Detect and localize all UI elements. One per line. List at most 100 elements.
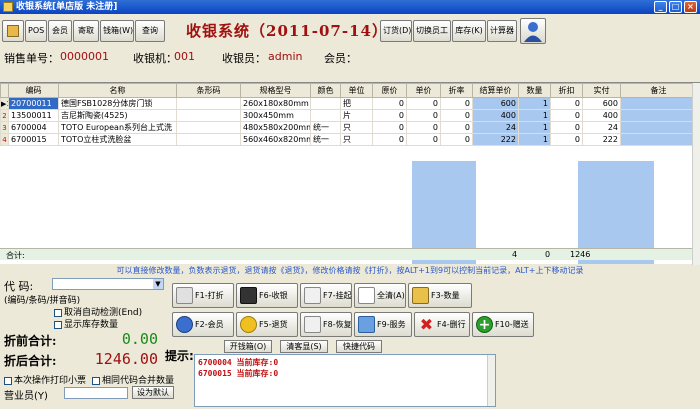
cell-name[interactable]: TOTO European系列台上式洗: [58, 121, 177, 134]
f10-gift-button[interactable]: + F10-赠送: [472, 312, 534, 337]
cell-paid[interactable]: 222: [582, 133, 621, 146]
user-icon[interactable]: [520, 18, 546, 44]
cell-qty[interactable]: 1: [518, 133, 551, 146]
checkbox-icon[interactable]: [4, 376, 12, 385]
f5-return-button[interactable]: F5-退货: [236, 312, 298, 337]
minimize-button[interactable]: _: [654, 1, 667, 13]
member-button[interactable]: 会员: [48, 20, 72, 42]
f9-service-button[interactable]: F9-服务: [354, 312, 412, 337]
header-code[interactable]: 编码: [8, 83, 59, 98]
f8-restore-button[interactable]: F8-恢复: [300, 312, 352, 337]
cell-code[interactable]: 20700011: [8, 97, 59, 110]
all-clear-button[interactable]: 全清(A): [354, 283, 406, 308]
cell-rate[interactable]: 0: [440, 121, 473, 134]
print-receipt-checkbox[interactable]: 本次操作打印小票: [4, 373, 86, 386]
cell-barcode[interactable]: [176, 109, 241, 122]
table-row[interactable]: 3 6700004 TOTO European系列台上式洗 480x580x20…: [0, 121, 700, 134]
cell-barcode[interactable]: [176, 97, 241, 110]
cell-discount[interactable]: 0: [550, 97, 583, 110]
cell-discount[interactable]: 0: [550, 109, 583, 122]
header-color[interactable]: 颜色: [310, 83, 341, 98]
cell-price[interactable]: 0: [406, 109, 441, 122]
cell-barcode[interactable]: [176, 121, 241, 134]
cell-name[interactable]: 德国FSB1028分体房门锁: [58, 97, 177, 110]
cell-orig-price[interactable]: 0: [372, 121, 407, 134]
header-rate[interactable]: 折率: [440, 83, 473, 98]
cell-orig-price[interactable]: 0: [372, 97, 407, 110]
table-row[interactable]: 4 6700015 TOTO立柱式洗脸盆 560x460x820mm 统一 只 …: [0, 133, 700, 146]
cell-rate[interactable]: 0: [440, 133, 473, 146]
cell-spec[interactable]: 300x450mm: [240, 109, 311, 122]
cell-code[interactable]: 6700015: [8, 133, 59, 146]
header-price[interactable]: 单价: [406, 83, 441, 98]
cell-barcode[interactable]: [176, 133, 241, 146]
cell-price[interactable]: 0: [406, 133, 441, 146]
f6-checkout-button[interactable]: F6-收银: [236, 283, 298, 308]
header-name[interactable]: 名称: [58, 83, 177, 98]
switch-staff-button[interactable]: 切换员工: [413, 20, 451, 42]
code-input[interactable]: ▼: [52, 278, 164, 290]
chevron-down-icon[interactable]: ▼: [153, 279, 163, 289]
operator-input[interactable]: [64, 387, 128, 399]
show-stock-checkbox[interactable]: 显示库存数量: [54, 317, 118, 330]
cell-code[interactable]: 13500011: [8, 109, 59, 122]
cell-code[interactable]: 6700004: [8, 121, 59, 134]
cell-price[interactable]: 0: [406, 97, 441, 110]
cell-unit[interactable]: 片: [340, 109, 373, 122]
cell-color[interactable]: [310, 109, 341, 122]
header-qty[interactable]: 数量: [518, 83, 551, 98]
close-button[interactable]: ×: [684, 1, 697, 13]
cell-unit[interactable]: 只: [340, 121, 373, 134]
tool-icon-button[interactable]: [2, 20, 24, 42]
cell-qty[interactable]: 1: [518, 121, 551, 134]
f4-delete-row-button[interactable]: ✖ F4-删行: [414, 312, 470, 337]
clear-customer-display-button[interactable]: 清客显(S): [280, 340, 328, 353]
calculator-button[interactable]: 计算器: [487, 20, 517, 42]
header-unit[interactable]: 单位: [340, 83, 373, 98]
table-row[interactable]: 2 13500011 吉尼斯陶瓷(4525) 300x450mm 片 0 0 0…: [0, 109, 700, 122]
checkbox-icon[interactable]: [92, 376, 100, 385]
f2-member-button[interactable]: F2-会员: [172, 312, 234, 337]
f7-suspend-button[interactable]: F7-挂起: [300, 283, 352, 308]
maximize-button[interactable]: □: [669, 1, 682, 13]
cell-price[interactable]: 0: [406, 121, 441, 134]
cell-note[interactable]: [620, 109, 697, 122]
cell-unit[interactable]: 把: [340, 97, 373, 110]
cell-paid[interactable]: 24: [582, 121, 621, 134]
cell-rate[interactable]: 0: [440, 97, 473, 110]
quick-code-button[interactable]: 快捷代码: [336, 340, 382, 353]
sales-grid[interactable]: 编码 名称 条形码 规格型号 颜色 单位 原价 单价 折率 结算单价 数量 折扣…: [0, 82, 700, 265]
cell-orig-price[interactable]: 0: [372, 109, 407, 122]
cell-color[interactable]: 统一: [310, 133, 341, 146]
header-note[interactable]: 备注: [620, 83, 697, 98]
header-discount[interactable]: 折扣: [550, 83, 583, 98]
cell-note[interactable]: [620, 133, 697, 146]
message-scrollbar[interactable]: [487, 355, 495, 406]
open-cash-box-button[interactable]: 开钱箱(O): [224, 340, 272, 353]
cell-settle-price[interactable]: 600: [472, 97, 519, 110]
cell-discount[interactable]: 0: [550, 121, 583, 134]
query-button[interactable]: 查询: [135, 20, 165, 42]
cell-spec[interactable]: 560x460x820mm: [240, 133, 311, 146]
header-settle-price[interactable]: 结算单价: [472, 83, 519, 98]
cash-box-button[interactable]: 钱箱(W): [100, 20, 134, 42]
cell-note[interactable]: [620, 97, 697, 110]
cell-settle-price[interactable]: 24: [472, 121, 519, 134]
cell-note[interactable]: [620, 121, 697, 134]
pos-button[interactable]: POS: [25, 20, 47, 42]
set-default-button[interactable]: 设为默认: [132, 386, 174, 399]
inventory-button[interactable]: 库存(K): [452, 20, 486, 42]
cell-name[interactable]: 吉尼斯陶瓷(4525): [58, 109, 177, 122]
cell-spec[interactable]: 480x580x200mm: [240, 121, 311, 134]
cell-orig-price[interactable]: 0: [372, 133, 407, 146]
cell-unit[interactable]: 只: [340, 133, 373, 146]
cell-qty[interactable]: 1: [518, 97, 551, 110]
f3-quantity-button[interactable]: F3-数量: [408, 283, 472, 308]
header-spec[interactable]: 规格型号: [240, 83, 311, 98]
cell-paid[interactable]: 600: [582, 97, 621, 110]
cell-color[interactable]: [310, 97, 341, 110]
grid-scrollbar[interactable]: [692, 83, 700, 265]
cell-rate[interactable]: 0: [440, 109, 473, 122]
register-button[interactable]: 寄取: [73, 20, 99, 42]
cell-discount[interactable]: 0: [550, 133, 583, 146]
